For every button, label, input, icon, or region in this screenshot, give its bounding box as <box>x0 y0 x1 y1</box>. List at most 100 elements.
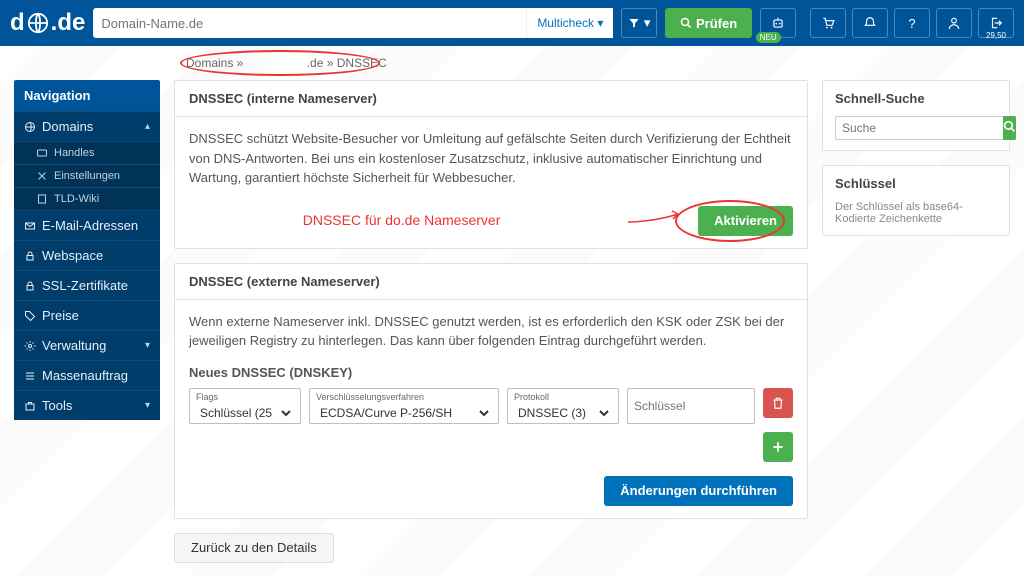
sidebar-item-email[interactable]: E-Mail-Adressen <box>14 210 160 240</box>
panel-dnssec-external: DNSSEC (externe Nameserver) Wenn externe… <box>174 263 808 519</box>
delete-row-button[interactable] <box>763 388 793 418</box>
search-icon <box>1003 120 1016 133</box>
sidebar-label: Verwaltung <box>42 338 106 353</box>
domain-search: Multicheck ▾ <box>93 8 613 38</box>
chevron-up-icon: ▴ <box>145 121 150 132</box>
sidebar: Navigation Domains ▴ Handles Einstellunge… <box>14 80 160 420</box>
sidebar-item-webspace[interactable]: Webspace <box>14 240 160 270</box>
list-icon <box>24 370 36 382</box>
flags-label: Flags <box>196 391 294 405</box>
funnel-icon <box>628 17 640 29</box>
arrow-icon <box>626 207 686 234</box>
account-button[interactable] <box>936 8 972 38</box>
algorithm-select[interactable]: ECDSA/Curve P-256/SH <box>316 405 492 421</box>
panel-body-text: Wenn externe Nameserver inkl. DNSSEC gen… <box>189 312 793 351</box>
key-input-group <box>627 388 755 424</box>
sidebar-label: Preise <box>42 308 79 323</box>
key-info-card: Schlüssel Der Schlüssel als base64-Kodie… <box>822 165 1010 236</box>
globe-icon <box>24 121 36 133</box>
breadcrumb-domains[interactable]: Domains » <box>186 56 243 70</box>
add-row-button[interactable] <box>763 432 793 462</box>
logo[interactable]: d .de <box>10 9 85 37</box>
sidebar-item-preise[interactable]: Preise <box>14 300 160 330</box>
whois-button[interactable]: NEU <box>760 8 796 38</box>
multicheck-dropdown[interactable]: Multicheck ▾ <box>526 8 613 38</box>
protocol-label: Protokoll <box>514 391 612 405</box>
sidebar-label: Massenauftrag <box>42 368 128 383</box>
credit-amount: 29,50 <box>986 31 1006 40</box>
topbar: d .de Multicheck ▾ ▾ Prüfen NEU ? 29,50 <box>0 0 1024 46</box>
question-icon: ? <box>908 16 915 31</box>
logo-text-a: d <box>10 9 25 37</box>
submit-changes-button[interactable]: Änderungen durchführen <box>604 476 793 506</box>
key-input[interactable] <box>634 391 748 421</box>
breadcrumb: Domains » .de » DNSSEC <box>174 46 399 80</box>
breadcrumb-redacted <box>247 56 307 70</box>
cart-button[interactable] <box>810 8 846 38</box>
doc-icon <box>36 193 48 205</box>
back-to-details-button[interactable]: Zurück zu den Details <box>174 533 334 563</box>
quick-search-button[interactable] <box>1003 116 1016 140</box>
algorithm-select-group: Verschlüsselungsverfahren ECDSA/Curve P-… <box>309 388 499 424</box>
sidebar-title: Navigation <box>14 80 160 111</box>
protocol-select[interactable]: DNSSEC (3) <box>514 405 612 421</box>
algorithm-label: Verschlüsselungsverfahren <box>316 391 492 405</box>
sidebar-item-domains[interactable]: Domains ▴ <box>14 111 160 141</box>
multicheck-label: Multicheck <box>537 16 594 30</box>
bell-icon <box>863 16 877 30</box>
sidebar-label: E-Mail-Adressen <box>42 218 138 233</box>
protocol-select-group: Protokoll DNSSEC (3) <box>507 388 619 424</box>
annotation-text: DNSSEC für do.de Nameserver <box>189 210 614 231</box>
sidebar-label: Webspace <box>42 248 103 263</box>
cart-icon <box>821 16 835 30</box>
chevron-down-icon: ▾ <box>145 340 150 351</box>
sidebar-item-tools[interactable]: Tools ▾ <box>14 390 160 420</box>
neu-badge: NEU <box>756 32 781 43</box>
sidebar-item-einstellungen[interactable]: Einstellungen <box>14 164 160 187</box>
domain-search-input[interactable] <box>93 8 526 38</box>
quick-search-input[interactable] <box>835 116 1003 140</box>
sidebar-label: Tools <box>42 398 72 413</box>
lock-icon <box>24 280 36 292</box>
panel-title: DNSSEC (externe Nameserver) <box>175 264 807 300</box>
topbar-right-buttons: ? 29,50 <box>810 8 1014 38</box>
globe-icon <box>27 12 49 34</box>
tools-icon <box>36 170 48 182</box>
breadcrumb-domain[interactable]: .de » <box>307 56 334 70</box>
sidebar-item-verwaltung[interactable]: Verwaltung ▾ <box>14 330 160 360</box>
notifications-button[interactable] <box>852 8 888 38</box>
flags-select[interactable]: Schlüssel (25 <box>196 405 294 421</box>
panel-dnssec-internal: DNSSEC (interne Nameserver) DNSSEC schüt… <box>174 80 808 249</box>
quick-search-card: Schnell-Suche <box>822 80 1010 151</box>
plus-icon <box>771 440 785 454</box>
logout-button[interactable]: 29,50 <box>978 8 1014 38</box>
sidebar-item-tldwiki[interactable]: TLD-Wiki <box>14 187 160 210</box>
main-content: Domains » .de » DNSSEC DNSSEC (interne N… <box>174 46 808 563</box>
id-icon <box>36 147 48 159</box>
tag-icon <box>24 310 36 322</box>
help-button[interactable]: ? <box>894 8 930 38</box>
logo-text-b: .de <box>51 9 86 37</box>
right-column: Schnell-Suche Schlüssel Der Schlüssel al… <box>822 80 1010 250</box>
sidebar-item-ssl[interactable]: SSL-Zertifikate <box>14 270 160 300</box>
breadcrumb-current: DNSSEC <box>337 56 387 70</box>
search-icon <box>680 17 692 29</box>
robot-icon <box>771 16 785 30</box>
sidebar-label: Handles <box>54 147 94 159</box>
lock-icon <box>24 250 36 262</box>
chevron-down-icon: ▾ <box>145 400 150 411</box>
activate-button[interactable]: Aktivieren <box>698 206 793 236</box>
key-info-title: Schlüssel <box>835 176 997 191</box>
check-button-label: Prüfen <box>696 16 737 31</box>
sidebar-label: Domains <box>42 119 93 134</box>
check-button[interactable]: Prüfen <box>665 8 752 38</box>
dnskey-subhead: Neues DNSSEC (DNSKEY) <box>189 363 793 383</box>
sidebar-label: TLD-Wiki <box>54 193 99 205</box>
filter-button[interactable]: ▾ <box>621 8 657 38</box>
sidebar-item-handles[interactable]: Handles <box>14 141 160 164</box>
sidebar-item-massenauftrag[interactable]: Massenauftrag <box>14 360 160 390</box>
dnskey-form-row: Flags Schlüssel (25 Verschlüsselungsverf… <box>189 388 793 424</box>
sidebar-label: SSL-Zertifikate <box>42 278 128 293</box>
logout-icon <box>989 16 1003 30</box>
gear-icon <box>24 340 36 352</box>
